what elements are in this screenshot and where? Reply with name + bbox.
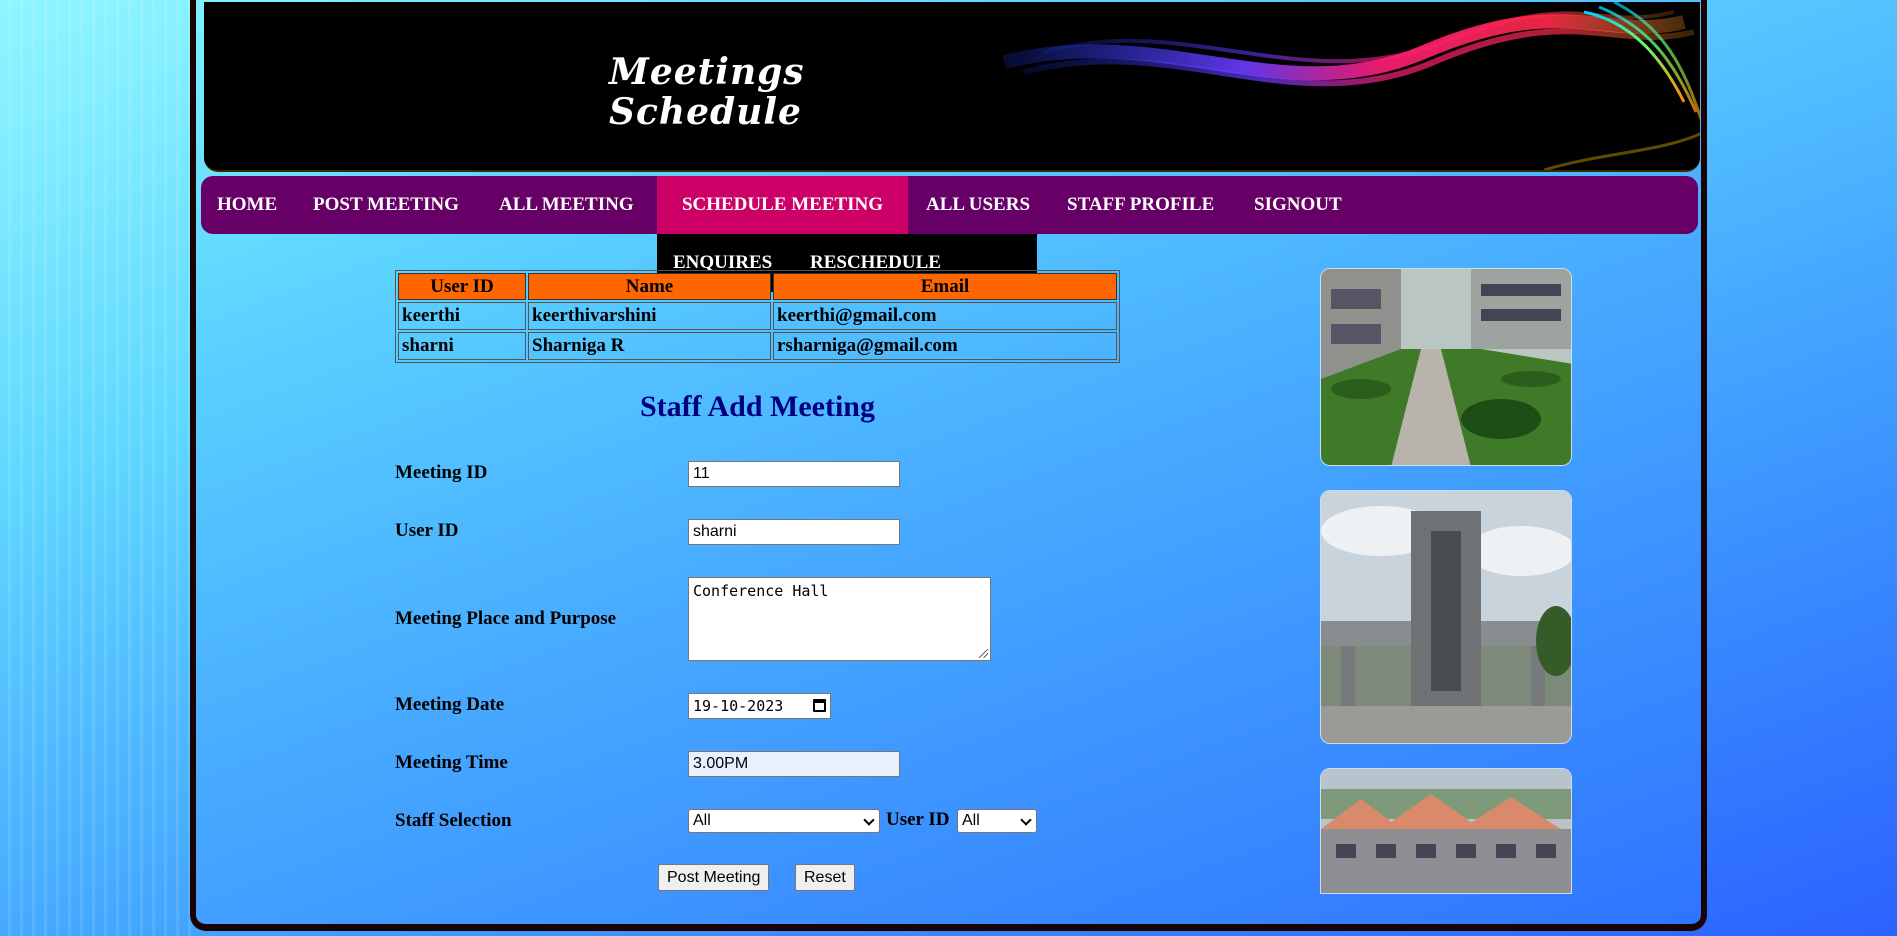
campus-gate-photo bbox=[1320, 490, 1572, 744]
nav-all-meeting[interactable]: ALL MEETING bbox=[499, 176, 634, 234]
table-row: sharni Sharniga R rsharniga@gmail.com bbox=[398, 332, 1117, 360]
calendar-icon[interactable] bbox=[813, 699, 826, 712]
meeting-date-input[interactable]: 19-10-2023 bbox=[688, 693, 831, 719]
user-id-select-label: User ID bbox=[886, 809, 950, 830]
user-id-select-value: All bbox=[962, 812, 980, 829]
users-table: User ID Name Email keerthi keerthivarshi… bbox=[395, 270, 1120, 363]
nav-home[interactable]: HOME bbox=[217, 176, 277, 234]
chevron-down-icon bbox=[863, 814, 875, 826]
col-header-name: Name bbox=[528, 273, 771, 300]
main-nav: HOME POST MEETING ALL MEETING SCHEDULE M… bbox=[201, 176, 1698, 234]
meeting-id-label: Meeting ID bbox=[395, 462, 488, 483]
meeting-place-value: Conference Hall bbox=[693, 582, 829, 600]
staff-selection-select[interactable]: All bbox=[688, 809, 880, 833]
campus-building-image bbox=[1321, 769, 1571, 893]
form-title: Staff Add Meeting bbox=[640, 390, 875, 423]
nav-all-users[interactable]: ALL USERS bbox=[926, 176, 1030, 234]
chevron-down-icon bbox=[1020, 814, 1032, 826]
nav-signout[interactable]: SIGNOUT bbox=[1254, 176, 1342, 234]
nav-schedule-meeting[interactable]: SCHEDULE MEETING bbox=[657, 176, 908, 234]
staff-selection-label: Staff Selection bbox=[395, 810, 512, 831]
cell-email: rsharniga@gmail.com bbox=[773, 332, 1117, 360]
campus-garden-photo bbox=[1320, 268, 1572, 466]
header-banner: Meetings Schedule bbox=[204, 2, 1700, 172]
table-row: keerthi keerthivarshini keerthi@gmail.co… bbox=[398, 302, 1117, 330]
meeting-id-input[interactable]: 11 bbox=[688, 461, 900, 487]
header-swirl-graphic bbox=[1002, 2, 1700, 170]
cell-user-id: keerthi bbox=[398, 302, 526, 330]
post-meeting-button[interactable]: Post Meeting bbox=[658, 864, 770, 891]
meeting-place-label: Meeting Place and Purpose bbox=[395, 608, 617, 629]
col-header-user-id: User ID bbox=[398, 273, 526, 300]
resize-grip-icon[interactable] bbox=[979, 649, 988, 658]
reset-button[interactable]: Reset bbox=[795, 864, 855, 891]
user-id-label: User ID bbox=[395, 520, 459, 541]
meeting-date-value: 19-10-2023 bbox=[693, 697, 784, 715]
cell-email: keerthi@gmail.com bbox=[773, 302, 1117, 330]
campus-garden-image bbox=[1321, 269, 1571, 465]
table-header-row: User ID Name Email bbox=[398, 273, 1117, 300]
meeting-time-input[interactable]: 3.00PM bbox=[688, 751, 900, 777]
background-stripes bbox=[0, 0, 200, 936]
campus-gate-image bbox=[1321, 491, 1571, 743]
meeting-place-textarea[interactable]: Conference Hall bbox=[688, 577, 991, 661]
nav-post-meeting[interactable]: POST MEETING bbox=[313, 176, 459, 234]
meeting-time-label: Meeting Time bbox=[395, 752, 508, 773]
site-title-line2: Schedule bbox=[609, 91, 802, 133]
meeting-date-label: Meeting Date bbox=[395, 694, 505, 715]
user-id-input[interactable]: sharni bbox=[688, 519, 900, 545]
cell-user-id: sharni bbox=[398, 332, 526, 360]
nav-staff-profile[interactable]: STAFF PROFILE bbox=[1067, 176, 1214, 234]
cell-name: keerthivarshini bbox=[528, 302, 771, 330]
user-id-select[interactable]: All bbox=[957, 809, 1037, 833]
site-title-line1: Meetings bbox=[609, 51, 805, 93]
cell-name: Sharniga R bbox=[528, 332, 771, 360]
staff-selection-value: All bbox=[693, 812, 711, 829]
site-title: Meetings Schedule bbox=[609, 52, 805, 132]
col-header-email: Email bbox=[773, 273, 1117, 300]
campus-building-photo bbox=[1320, 768, 1572, 894]
